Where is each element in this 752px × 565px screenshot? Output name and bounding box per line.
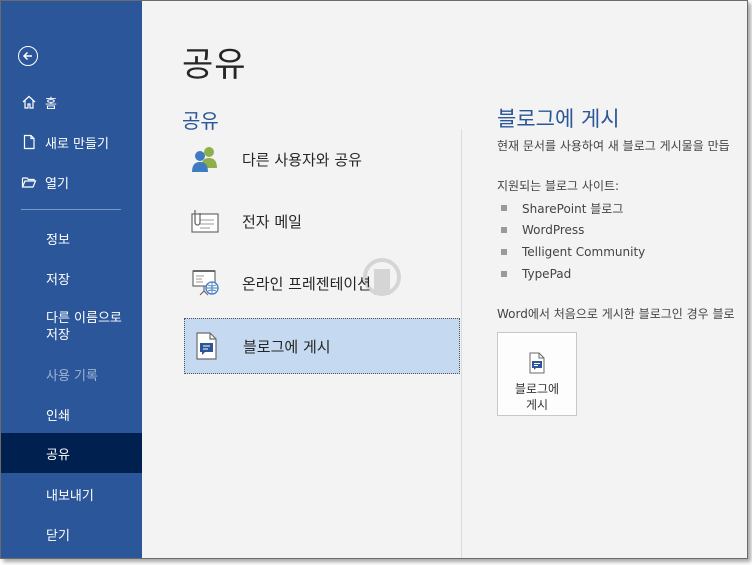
sidebar-item-open[interactable]: 열기 xyxy=(1,171,142,193)
site-name: Telligent Community xyxy=(522,245,646,259)
list-item: WordPress xyxy=(497,219,645,241)
blog-post-icon xyxy=(525,351,549,375)
supported-sites-list: SharePoint 블로그 WordPress Telligent Commu… xyxy=(497,197,645,285)
share-main-panel: 공유 공유 다른 사용자와 공유 전자 메일 온라인 프레젠테이션 블로그에 게… xyxy=(142,1,747,558)
detail-title: 블로그에 게시 xyxy=(497,107,620,131)
sidebar-item-label: 닫기 xyxy=(46,528,70,544)
option-label: 다른 사용자와 공유 xyxy=(242,150,362,169)
option-share-with-people[interactable]: 다른 사용자와 공유 xyxy=(184,131,460,187)
sidebar-item-new[interactable]: 새로 만들기 xyxy=(1,131,142,153)
site-name: SharePoint 블로그 xyxy=(522,201,624,216)
sidebar-item-label: 홈 xyxy=(45,96,57,112)
email-icon xyxy=(188,204,222,238)
site-name: WordPress xyxy=(522,223,585,237)
online-presentation-icon xyxy=(188,266,222,300)
bullet-icon xyxy=(501,271,507,277)
sidebar-item-info[interactable]: 정보 xyxy=(1,227,142,249)
list-item: TypePad xyxy=(497,263,645,285)
blog-post-icon xyxy=(189,329,223,363)
bullet-icon xyxy=(501,249,507,255)
sidebar-item-label: 다른 이름으로 저장 xyxy=(46,311,122,343)
section-title: 공유 xyxy=(182,109,219,133)
sidebar-item-print[interactable]: 인쇄 xyxy=(1,403,142,425)
sidebar-item-share[interactable]: 공유 xyxy=(1,433,142,473)
sidebar-item-save-as[interactable]: 다른 이름으로 저장 xyxy=(1,307,142,347)
sidebar-item-label: 새로 만들기 xyxy=(45,136,109,152)
sidebar-item-label: 내보내기 xyxy=(46,488,94,504)
vertical-separator xyxy=(461,129,462,558)
sidebar-item-label: 공유 xyxy=(46,447,70,463)
option-email[interactable]: 전자 메일 xyxy=(184,193,460,249)
supported-sites-label: 지원되는 블로그 사이트: xyxy=(497,179,620,193)
option-label: 온라인 프레젠테이션 xyxy=(242,274,371,293)
open-folder-icon xyxy=(21,174,37,190)
sidebar-item-label: 열기 xyxy=(45,176,69,192)
new-document-icon xyxy=(21,134,37,150)
bullet-icon xyxy=(501,205,507,211)
button-label-line: 블로그에 xyxy=(514,382,560,396)
sidebar-divider xyxy=(21,209,121,210)
people-icon xyxy=(188,142,222,176)
backstage-sidebar: 홈 새로 만들기 열기 정보 저장 다른 이름으로 저장 사용 기록 인쇄 공유… xyxy=(1,1,142,558)
sidebar-item-history: 사용 기록 xyxy=(1,363,142,385)
detail-description: 현재 문서를 사용하여 새 블로그 게시물을 만듭 xyxy=(497,139,730,153)
sidebar-item-label: 정보 xyxy=(46,232,70,248)
sidebar-item-export[interactable]: 내보내기 xyxy=(1,483,142,505)
page-title: 공유 xyxy=(182,45,247,85)
list-item: Telligent Community xyxy=(497,241,645,263)
option-online-presentation[interactable]: 온라인 프레젠테이션 xyxy=(184,255,460,311)
watermark-logo xyxy=(362,257,402,301)
home-icon xyxy=(21,94,37,110)
button-label-line: 게시 xyxy=(525,398,549,412)
post-to-blog-button[interactable]: 블로그에 게시 xyxy=(497,332,577,416)
site-name: TypePad xyxy=(522,267,572,281)
first-time-note: Word에서 처음으로 게시한 블로그인 경우 블로 xyxy=(497,307,735,321)
post-to-blog-button-label: 블로그에 게시 xyxy=(507,381,567,413)
list-item: SharePoint 블로그 xyxy=(497,197,645,219)
sidebar-item-label: 인쇄 xyxy=(46,408,70,424)
sidebar-item-close[interactable]: 닫기 xyxy=(1,523,142,545)
option-post-to-blog[interactable]: 블로그에 게시 xyxy=(184,318,460,374)
sidebar-item-label: 사용 기록 xyxy=(46,368,98,384)
sidebar-item-home[interactable]: 홈 xyxy=(1,91,142,113)
option-label: 전자 메일 xyxy=(242,212,302,231)
bullet-icon xyxy=(501,227,507,233)
sidebar-item-label: 저장 xyxy=(46,272,70,288)
option-label: 블로그에 게시 xyxy=(243,337,331,356)
backstage-window: 홈 새로 만들기 열기 정보 저장 다른 이름으로 저장 사용 기록 인쇄 공유… xyxy=(0,0,748,559)
back-arrow-icon[interactable] xyxy=(18,46,38,66)
sidebar-item-save[interactable]: 저장 xyxy=(1,267,142,289)
